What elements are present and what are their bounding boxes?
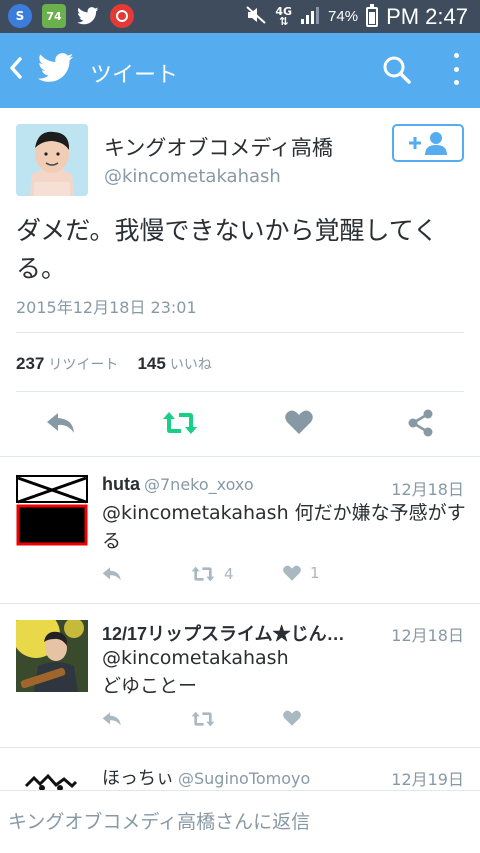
clock: PM 2:47 — [386, 3, 468, 29]
tweet-stats: 237 リツイート 145 いいね — [16, 354, 226, 374]
like-heart-icon[interactable] — [282, 709, 302, 727]
security-app-icon — [110, 4, 134, 28]
reply-author-name[interactable]: 12/17リップスライム★じん… — [102, 624, 345, 644]
retweet-count-label: リツイート — [48, 357, 119, 373]
reply-actions — [100, 709, 360, 733]
reply-author-name[interactable]: ほっちぃ — [102, 768, 174, 789]
reply-icon[interactable] — [44, 408, 78, 442]
reply-author-name[interactable]: huta — [102, 474, 140, 494]
reply-tweet[interactable]: huta @7neko_xoxo 12月18日 @kincometakahash … — [0, 456, 480, 604]
add-user-icon — [409, 132, 447, 155]
twitter-notification-icon — [76, 4, 100, 28]
tweet-text: ダメだ。我慢できないから覚醒してくる。 — [16, 216, 439, 283]
reply-date: 12月19日 — [391, 770, 464, 789]
retweet-count[interactable]: 237 — [16, 354, 44, 373]
reply-icon[interactable] — [100, 564, 124, 584]
like-heart-icon — [283, 565, 301, 581]
reply-tweet[interactable]: 12/17リップスライム★じん… 12月18日 @kincometakahash… — [0, 604, 480, 748]
author-avatar[interactable] — [16, 124, 88, 196]
reply-avatar[interactable] — [16, 768, 88, 790]
like-button[interactable]: 1 — [282, 564, 320, 582]
reply-composer — [0, 790, 480, 853]
search-icon[interactable] — [382, 55, 412, 89]
retweet-icon[interactable] — [161, 408, 199, 442]
tweet-timestamp: 2015年12月18日 23:01 — [16, 298, 197, 317]
mute-icon — [245, 5, 267, 29]
share-icon[interactable] — [406, 408, 436, 442]
reply-icon[interactable] — [100, 709, 124, 729]
like-count[interactable]: 145 — [137, 354, 165, 373]
back-button[interactable] — [8, 55, 24, 88]
reply-actions: 4 1 — [100, 564, 360, 588]
author-name[interactable]: キングオブコメディ高橋 — [104, 132, 333, 162]
divider — [16, 332, 464, 333]
app-bar: ツイート — [0, 33, 480, 108]
retweet-button[interactable]: 4 — [190, 564, 234, 584]
like-count-label: いいね — [169, 357, 212, 373]
reply-retweet-count: 4 — [224, 565, 234, 583]
reply-avatar[interactable] — [16, 620, 88, 692]
reply-author-handle[interactable]: @7neko_xoxo — [144, 475, 254, 494]
page-title: ツイート — [90, 63, 179, 88]
retweet-icon[interactable] — [190, 709, 216, 729]
android-badge-icon: 74 — [42, 4, 66, 28]
follow-button[interactable] — [392, 124, 464, 162]
reply-text: @kincometakahash 何だか嫌な予感がする — [102, 502, 466, 552]
status-bar: S 74 4G ⇅ 74% PM 2:47 — [0, 0, 480, 33]
reply-tweet[interactable]: ほっちぃ @SuginoTomoyo 12月19日 — [0, 748, 480, 790]
network-type-label: 4G ⇅ — [275, 4, 293, 28]
battery-icon — [366, 3, 379, 27]
divider — [16, 391, 464, 392]
retweet-icon — [191, 566, 215, 582]
reply-date: 12月18日 — [391, 626, 464, 645]
signal-icon — [300, 5, 320, 29]
reply-author-handle[interactable]: @SuginoTomoyo — [178, 769, 310, 788]
twitter-bird-icon — [37, 53, 74, 87]
like-heart-icon[interactable] — [284, 408, 314, 440]
author-handle[interactable]: @kincometakahash — [104, 166, 281, 187]
tweet-actions — [16, 408, 464, 444]
reply-like-count: 1 — [310, 564, 320, 582]
reply-text: @kincometakahash どゆことー — [102, 647, 289, 697]
sync-app-icon: S — [8, 4, 32, 28]
reply-avatar[interactable] — [16, 474, 88, 546]
reply-date: 12月18日 — [391, 480, 464, 499]
overflow-menu-icon[interactable] — [448, 53, 464, 85]
reply-input[interactable] — [8, 811, 468, 833]
battery-percent: 74% — [328, 8, 359, 25]
